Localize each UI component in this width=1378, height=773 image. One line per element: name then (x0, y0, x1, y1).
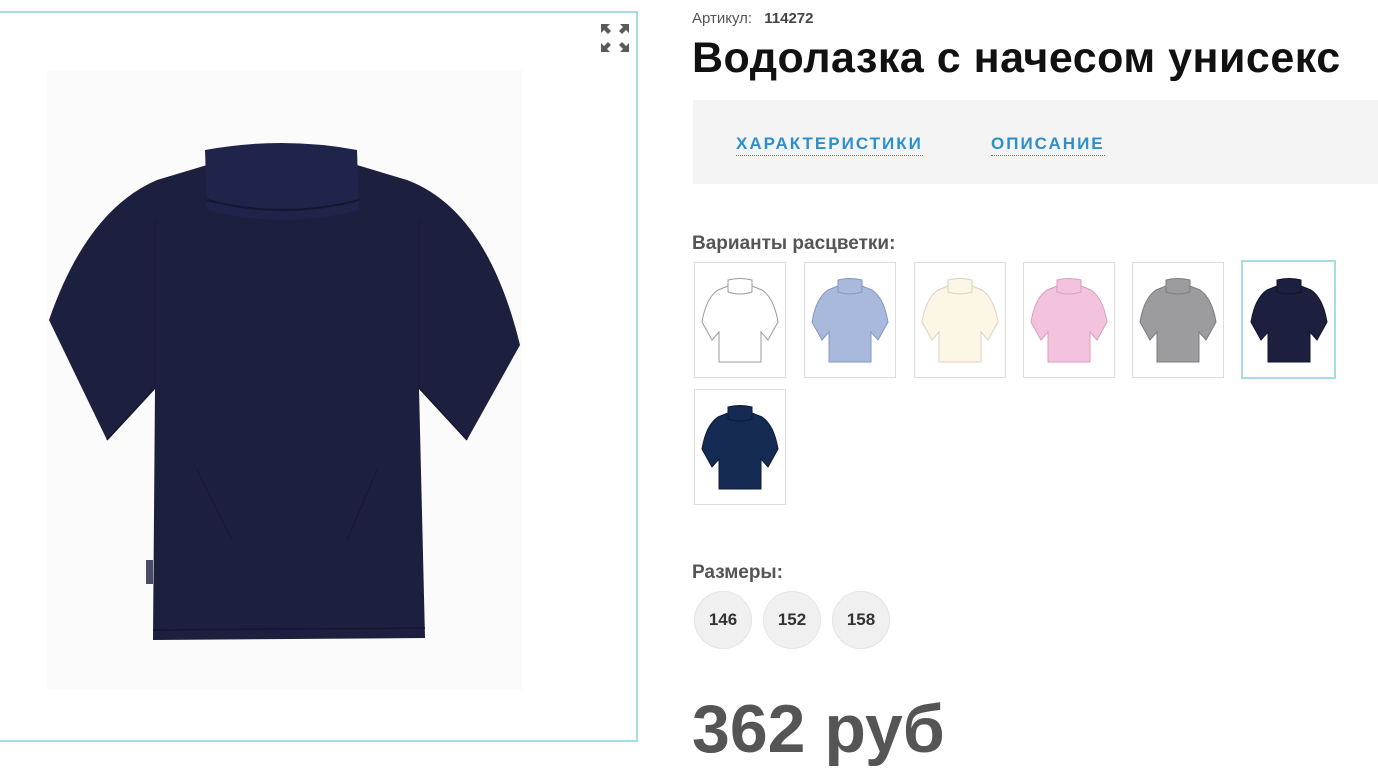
swatch-image (701, 278, 779, 363)
color-swatch-pink[interactable] (1023, 262, 1115, 378)
turtleneck-main-image (49, 143, 520, 640)
color-swatch-light-blue[interactable] (804, 262, 896, 378)
sku-value: 114272 (764, 10, 814, 27)
expand-icon[interactable] (598, 21, 632, 55)
size-button-146[interactable]: 146 (694, 591, 752, 649)
sku-label: Артикул: (692, 10, 753, 27)
swatch-image (921, 278, 999, 363)
size-button-158[interactable]: 158 (832, 591, 890, 649)
tab-characteristics[interactable]: ХАРАКТЕРИСТИКИ (736, 134, 923, 156)
swatch-image (811, 278, 889, 363)
swatch-image (1249, 277, 1328, 362)
swatch-image (1030, 278, 1108, 363)
tab-description[interactable]: ОПИСАНИЕ (991, 134, 1105, 156)
color-swatch-navy-selected[interactable] (1241, 260, 1336, 379)
product-main-photo[interactable] (47, 70, 522, 690)
info-tabs: ХАРАКТЕРИСТИКИ ОПИСАНИЕ (693, 100, 1378, 184)
color-swatch-cream[interactable] (914, 262, 1006, 378)
swatch-image (1139, 278, 1217, 363)
colors-label: Варианты расцветки: (692, 233, 896, 254)
sku-line: Артикул: 114272 (692, 10, 814, 27)
sizes-label: Размеры: (692, 562, 783, 583)
product-title: Водолазка с начесом унисекс (692, 34, 1341, 82)
color-swatch-white[interactable] (694, 262, 786, 378)
product-price: 362 руб (692, 691, 945, 767)
product-image-frame (0, 11, 638, 742)
color-swatch-grey[interactable] (1132, 262, 1224, 378)
size-button-152[interactable]: 152 (763, 591, 821, 649)
product-page: Артикул: 114272 Водолазка с начесом унис… (0, 0, 1378, 773)
swatch-image (701, 405, 779, 490)
color-swatch-dark-blue[interactable] (694, 389, 786, 505)
